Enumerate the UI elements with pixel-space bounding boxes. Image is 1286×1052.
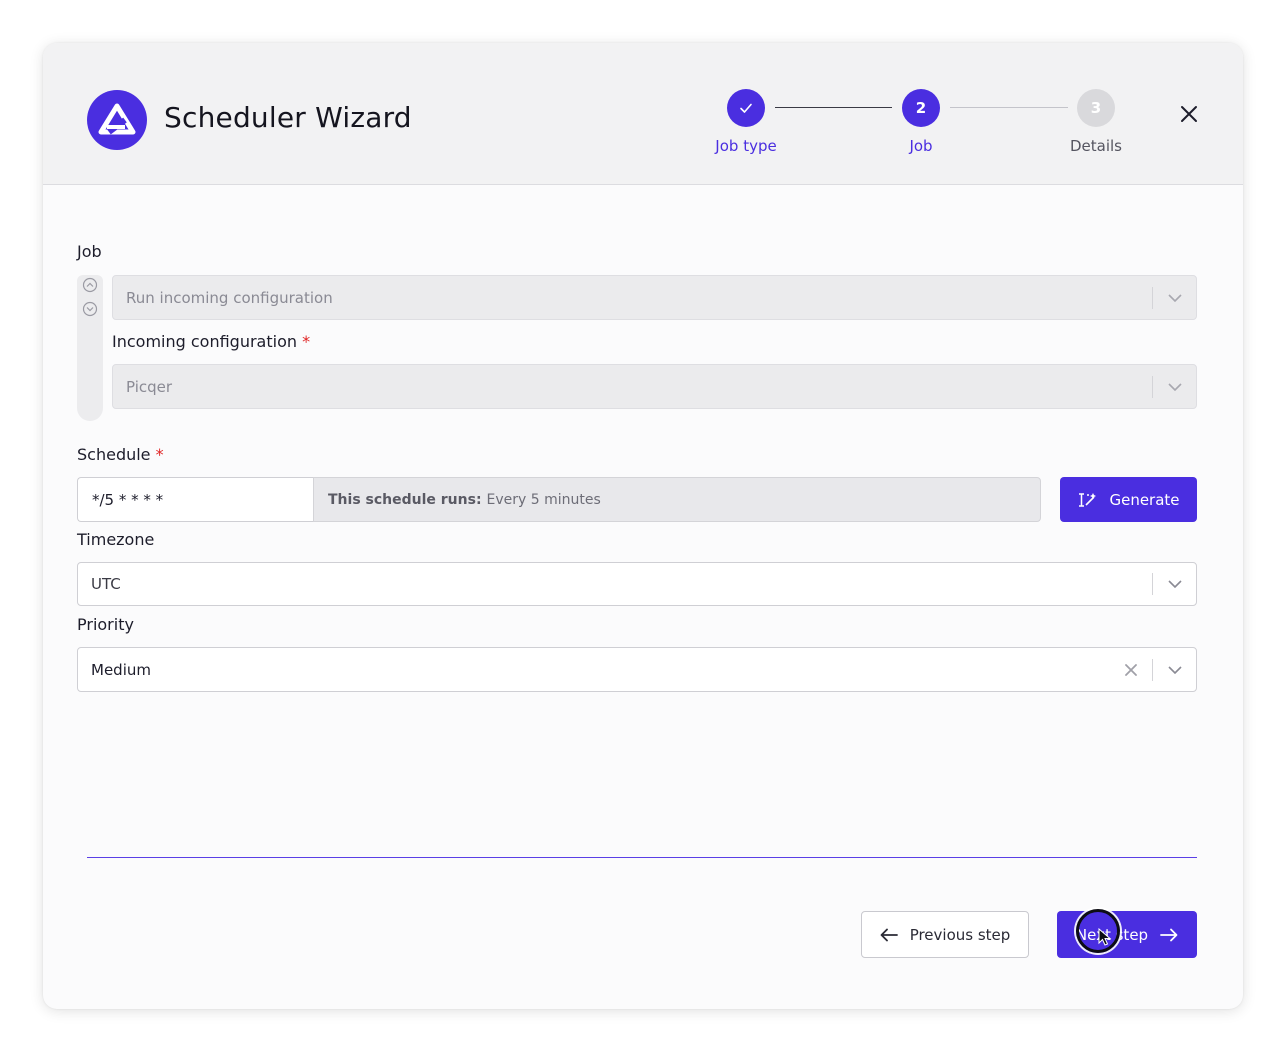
step-2-indicator[interactable]: 2 xyxy=(902,89,940,127)
mouse-cursor-indicator xyxy=(1076,909,1120,953)
reorder-handle xyxy=(77,275,103,421)
clear-icon[interactable] xyxy=(1110,648,1152,691)
incoming-configuration-label-text: Incoming configuration xyxy=(112,332,297,351)
job-label: Job xyxy=(77,242,102,261)
step-2-label[interactable]: Job xyxy=(861,137,981,155)
timezone-value: UTC xyxy=(91,575,121,593)
chevron-down-icon[interactable] xyxy=(1153,276,1196,319)
generate-icon xyxy=(1079,492,1097,507)
schedule-label-text: Schedule xyxy=(77,445,151,464)
move-up-icon[interactable] xyxy=(82,277,98,293)
page-title: Scheduler Wizard xyxy=(164,101,412,134)
step-1-complete-check-icon[interactable] xyxy=(727,89,765,127)
priority-select[interactable]: Medium xyxy=(77,647,1197,692)
required-marker: * xyxy=(155,445,164,464)
job-select[interactable]: Run incoming configuration xyxy=(112,275,1197,320)
wizard-header: Scheduler Wizard Job type 2 Job 3 Detail… xyxy=(43,43,1243,185)
incoming-configuration-label: Incoming configuration * xyxy=(112,332,310,351)
incoming-configuration-value: Picqer xyxy=(126,377,173,396)
generate-button[interactable]: Generate xyxy=(1060,477,1197,522)
arrow-right-icon xyxy=(1160,928,1178,941)
required-marker: * xyxy=(302,332,311,351)
previous-step-button[interactable]: Previous step xyxy=(861,911,1029,958)
incoming-configuration-select[interactable]: Picqer xyxy=(112,364,1197,409)
schedule-label: Schedule * xyxy=(77,445,164,464)
footer-divider xyxy=(87,857,1197,858)
schedule-description-prefix: This schedule runs: xyxy=(328,491,482,508)
step-3-label[interactable]: Details xyxy=(1036,137,1156,155)
job-select-value: Run incoming configuration xyxy=(126,288,333,307)
priority-label: Priority xyxy=(77,615,134,634)
chevron-down-icon[interactable] xyxy=(1153,648,1196,691)
schedule-description: This schedule runs: Every 5 minutes xyxy=(313,477,1041,522)
step-3-indicator[interactable]: 3 xyxy=(1077,89,1115,127)
step-connector-1 xyxy=(775,107,892,108)
close-icon[interactable] xyxy=(1175,100,1203,128)
move-down-icon[interactable] xyxy=(82,301,98,317)
arrow-left-icon xyxy=(880,928,898,941)
scheduler-wizard-modal: Scheduler Wizard Job type 2 Job 3 Detail… xyxy=(43,43,1243,1009)
schedule-description-value: Every 5 minutes xyxy=(486,491,601,508)
step-connector-2 xyxy=(950,107,1068,108)
app-logo xyxy=(87,90,147,150)
pointer-cursor-icon xyxy=(1098,928,1112,946)
previous-step-label: Previous step xyxy=(909,925,1011,944)
cron-expression-input[interactable] xyxy=(77,477,313,522)
timezone-select[interactable]: UTC xyxy=(77,562,1197,606)
step-1-label[interactable]: Job type xyxy=(686,137,806,155)
generate-button-label: Generate xyxy=(1109,490,1180,509)
chevron-down-icon[interactable] xyxy=(1153,563,1196,605)
timezone-label: Timezone xyxy=(77,530,155,549)
chevron-down-icon[interactable] xyxy=(1153,365,1196,408)
priority-value: Medium xyxy=(91,660,151,679)
